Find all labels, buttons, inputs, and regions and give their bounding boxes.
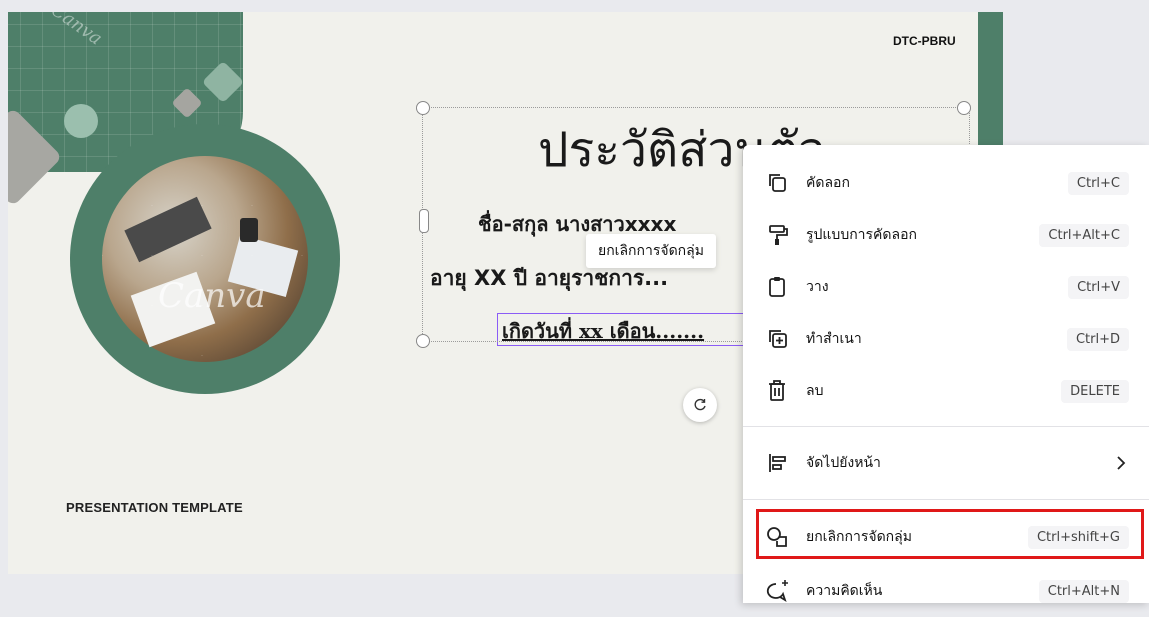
menu-item-label: ลบ xyxy=(806,383,824,399)
menu-item-shortcut: DELETE xyxy=(1061,379,1129,403)
menu-item-shortcut: Ctrl+Alt+N xyxy=(1038,579,1129,603)
menu-item-copy[interactable]: คัดลอก Ctrl+C xyxy=(743,157,1149,209)
resize-handle-bottom-left[interactable] xyxy=(416,334,430,348)
menu-item-label: วาง xyxy=(806,279,829,295)
comment-icon xyxy=(766,580,788,603)
menu-item-label: จัดไปยังหน้า xyxy=(806,455,881,471)
menu-item-comment[interactable]: ความคิดเห็น Ctrl+Alt+N xyxy=(743,565,1149,617)
menu-item-shortcut: Ctrl+D xyxy=(1066,327,1129,351)
menu-item-shortcut: Ctrl+Alt+C xyxy=(1039,223,1129,247)
menu-item-shortcut: Ctrl+V xyxy=(1068,275,1129,299)
rotate-icon xyxy=(694,398,706,411)
menu-item-shortcut: Ctrl+C xyxy=(1067,171,1129,195)
resize-handle-top-left[interactable] xyxy=(416,101,430,115)
trash-icon xyxy=(769,380,785,401)
copy-icon xyxy=(769,174,786,192)
chevron-right-icon xyxy=(1117,456,1126,470)
resize-handle-left[interactable] xyxy=(419,209,429,233)
brand-label: DTC-PBRU xyxy=(893,34,956,48)
menu-item-label: ความคิดเห็น xyxy=(806,583,883,599)
align-icon xyxy=(769,454,786,472)
menu-divider xyxy=(743,426,1149,427)
rotate-handle[interactable] xyxy=(683,388,717,422)
menu-item-label: ทำสำเนา xyxy=(806,331,862,347)
menu-item-delete[interactable]: ลบ DELETE xyxy=(743,365,1149,417)
menu-item-label: คัดลอก xyxy=(806,175,850,191)
paint-roller-icon xyxy=(769,225,788,245)
green-dot-shape xyxy=(64,104,98,138)
menu-item-duplicate[interactable]: ทำสำเนา Ctrl+D xyxy=(743,313,1149,365)
photo-watermark-grid xyxy=(102,156,308,362)
footer-label: PRESENTATION TEMPLATE xyxy=(66,500,243,515)
ungroup-tooltip: ยกเลิกการจัดกลุ่ม xyxy=(586,234,716,268)
photo-watermark: Canva xyxy=(158,276,266,316)
duplicate-icon xyxy=(769,330,787,348)
menu-divider xyxy=(743,499,1149,500)
menu-item-copy-style[interactable]: รูปแบบการคัดลอก Ctrl+Alt+C xyxy=(743,209,1149,261)
menu-item-align-to-page[interactable]: จัดไปยังหน้า xyxy=(743,437,1149,489)
resize-handle-top-right[interactable] xyxy=(957,101,971,115)
menu-item-label: รูปแบบการคัดลอก xyxy=(806,227,917,243)
ungroup-highlight-box xyxy=(756,509,1144,559)
clipboard-icon xyxy=(769,277,785,297)
menu-item-paste[interactable]: วาง Ctrl+V xyxy=(743,261,1149,313)
